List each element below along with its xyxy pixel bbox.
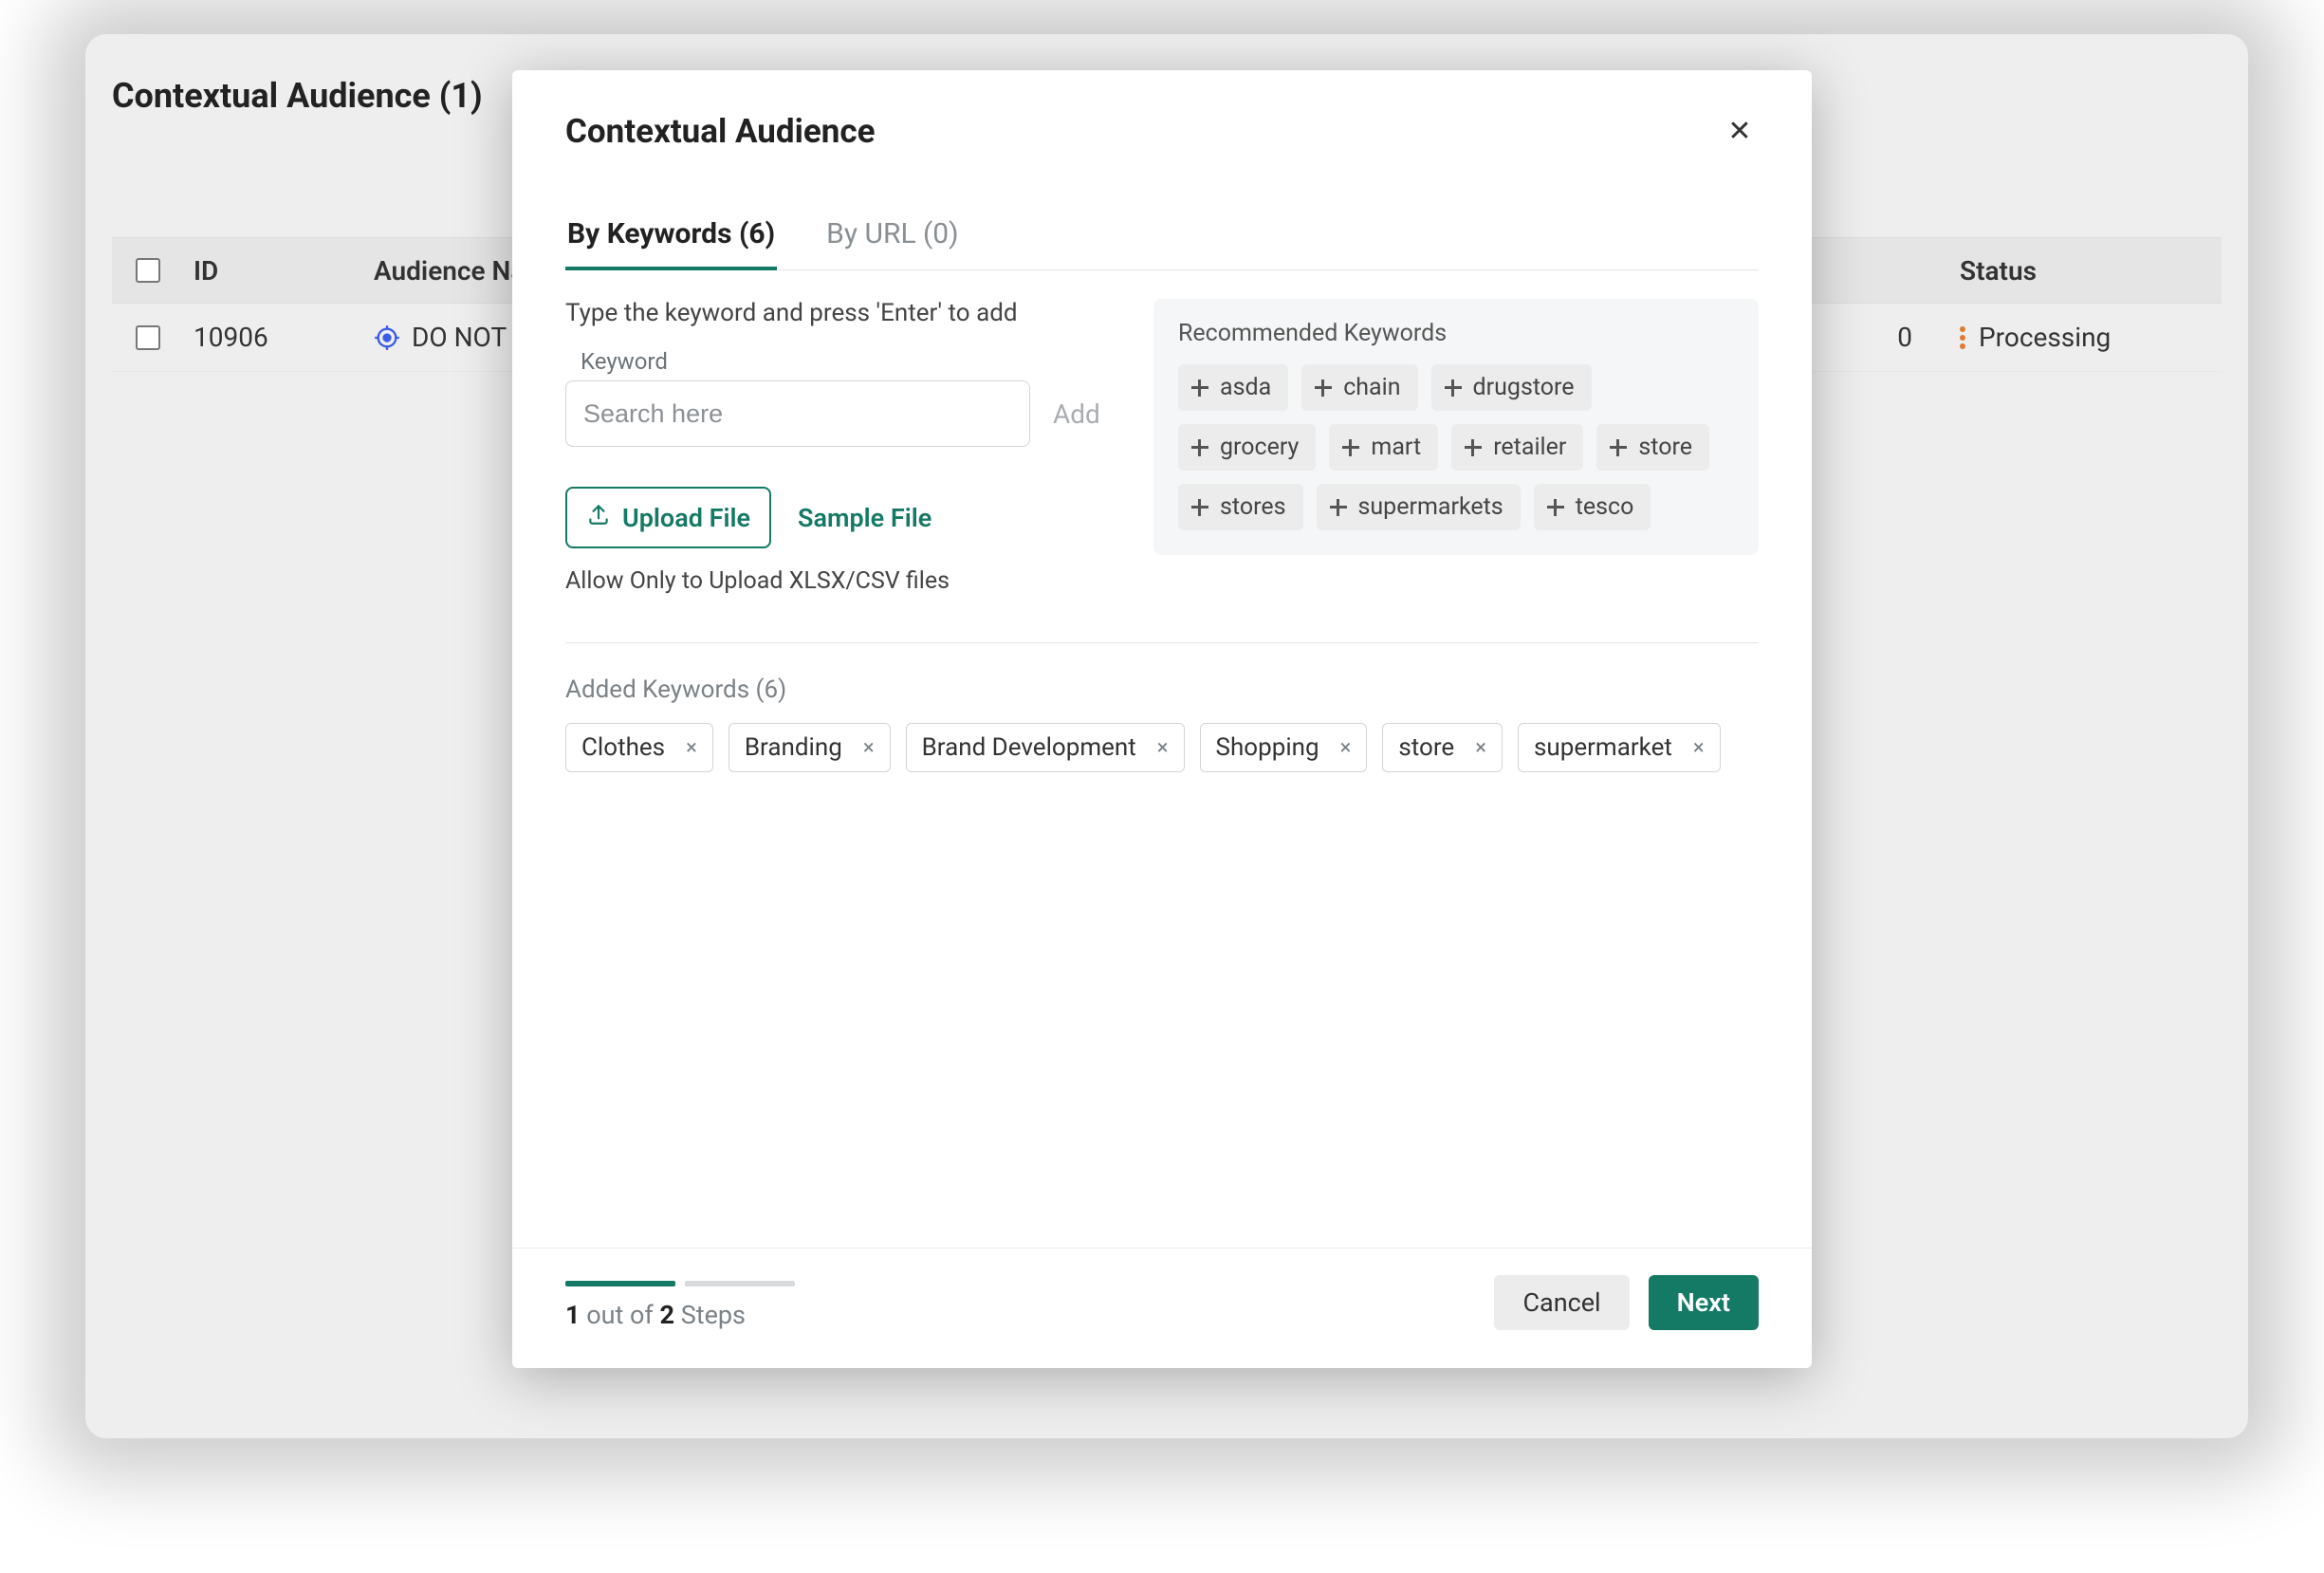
upload-file-button[interactable]: Upload File (565, 487, 771, 548)
plus-icon (1608, 437, 1629, 458)
remove-chip-icon[interactable]: × (1157, 736, 1169, 760)
processing-icon (1960, 326, 1965, 349)
recommended-chip-label: drugstore (1473, 374, 1575, 401)
added-chip-label: Brand Development (922, 733, 1136, 762)
recommended-chip[interactable]: drugstore (1431, 364, 1592, 411)
step-text: 1 out of 2 Steps (565, 1300, 795, 1330)
plus-icon (1190, 437, 1210, 458)
recommended-chip[interactable]: mart (1329, 424, 1438, 471)
added-chip-label: Branding (745, 733, 842, 762)
col-header-id: ID (184, 255, 364, 287)
added-chip-label: supermarket (1534, 733, 1672, 762)
plus-icon (1328, 497, 1349, 518)
select-all-checkbox[interactable] (136, 258, 160, 283)
keyword-field-label: Keyword (581, 348, 1116, 375)
sample-file-link[interactable]: Sample File (798, 503, 931, 533)
added-chip-label: Clothes (581, 733, 665, 762)
recommended-title: Recommended Keywords (1178, 320, 1734, 347)
keyword-input[interactable] (565, 380, 1030, 447)
remove-chip-icon[interactable]: × (1693, 736, 1705, 760)
recommended-chip[interactable]: stores (1178, 484, 1303, 530)
recommended-chip-label: stores (1220, 493, 1286, 521)
close-icon[interactable]: ✕ (1721, 113, 1759, 151)
plus-icon (1313, 378, 1334, 398)
added-chip: store × (1382, 723, 1503, 772)
added-chip-label: Shopping (1216, 733, 1319, 762)
recommended-chip-label: retailer (1493, 434, 1566, 461)
plus-icon (1190, 378, 1210, 398)
tab-by-keywords[interactable]: By Keywords (6) (565, 202, 777, 269)
next-button[interactable]: Next (1649, 1275, 1759, 1330)
recommended-chip-label: store (1638, 434, 1692, 461)
added-chip: Branding × (729, 723, 891, 772)
recommended-keywords-panel: Recommended Keywords asda chain drugstore g… (1153, 299, 1759, 555)
plus-icon (1545, 497, 1566, 518)
target-icon (374, 324, 400, 351)
added-chip: Brand Development × (906, 723, 1185, 772)
upload-icon (586, 502, 611, 533)
recommended-chip-label: tesco (1576, 493, 1634, 521)
contextual-audience-modal: Contextual Audience ✕ By Keywords (6) By… (512, 70, 1812, 1368)
added-chip: supermarket × (1518, 723, 1721, 772)
add-button[interactable]: Add (1053, 398, 1100, 430)
remove-chip-icon[interactable]: × (1340, 736, 1352, 760)
recommended-chip[interactable]: chain (1301, 364, 1417, 411)
remove-chip-icon[interactable]: × (686, 736, 697, 760)
recommended-chip-label: grocery (1220, 434, 1299, 461)
recommended-chip[interactable]: asda (1178, 364, 1288, 411)
recommended-chip[interactable]: store (1596, 424, 1709, 471)
cancel-button[interactable]: Cancel (1494, 1275, 1629, 1330)
remove-chip-icon[interactable]: × (863, 736, 875, 760)
added-chip-label: store (1398, 733, 1454, 762)
recommended-chip[interactable]: supermarkets (1317, 484, 1521, 530)
keyword-instruction: Type the keyword and press 'Enter' to ad… (565, 299, 1116, 327)
section-divider (565, 642, 1759, 643)
cell-id: 10906 (184, 322, 364, 353)
upload-hint: Allow Only to Upload XLSX/CSV files (565, 567, 1116, 595)
recommended-chip[interactable]: tesco (1534, 484, 1651, 530)
plus-icon (1340, 437, 1361, 458)
recommended-chip[interactable]: grocery (1178, 424, 1316, 471)
recommended-chip-label: chain (1343, 374, 1400, 401)
row-checkbox[interactable] (136, 325, 160, 350)
modal-tabs: By Keywords (6) By URL (0) (565, 202, 1759, 270)
recommended-chip-label: supermarkets (1358, 493, 1503, 521)
recommended-chip[interactable]: retailer (1451, 424, 1583, 471)
upload-file-label: Upload File (622, 503, 750, 533)
tab-by-url[interactable]: By URL (0) (824, 202, 960, 269)
plus-icon (1443, 378, 1464, 398)
remove-chip-icon[interactable]: × (1475, 736, 1486, 760)
recommended-chip-label: mart (1371, 434, 1421, 461)
page-title: Contextual Audience (1) (112, 76, 483, 116)
cell-count: 0 (1842, 322, 1937, 353)
modal-title: Contextual Audience (565, 112, 876, 151)
added-keywords-title: Added Keywords (6) (565, 675, 1759, 704)
added-chip: Shopping × (1200, 723, 1368, 772)
recommended-chip-label: asda (1220, 374, 1271, 401)
col-header-status: Status (1937, 255, 2222, 287)
added-chip: Clothes × (565, 723, 713, 772)
plus-icon (1463, 437, 1484, 458)
step-progress (565, 1281, 795, 1286)
cell-status: Processing (1979, 322, 2111, 353)
plus-icon (1190, 497, 1210, 518)
